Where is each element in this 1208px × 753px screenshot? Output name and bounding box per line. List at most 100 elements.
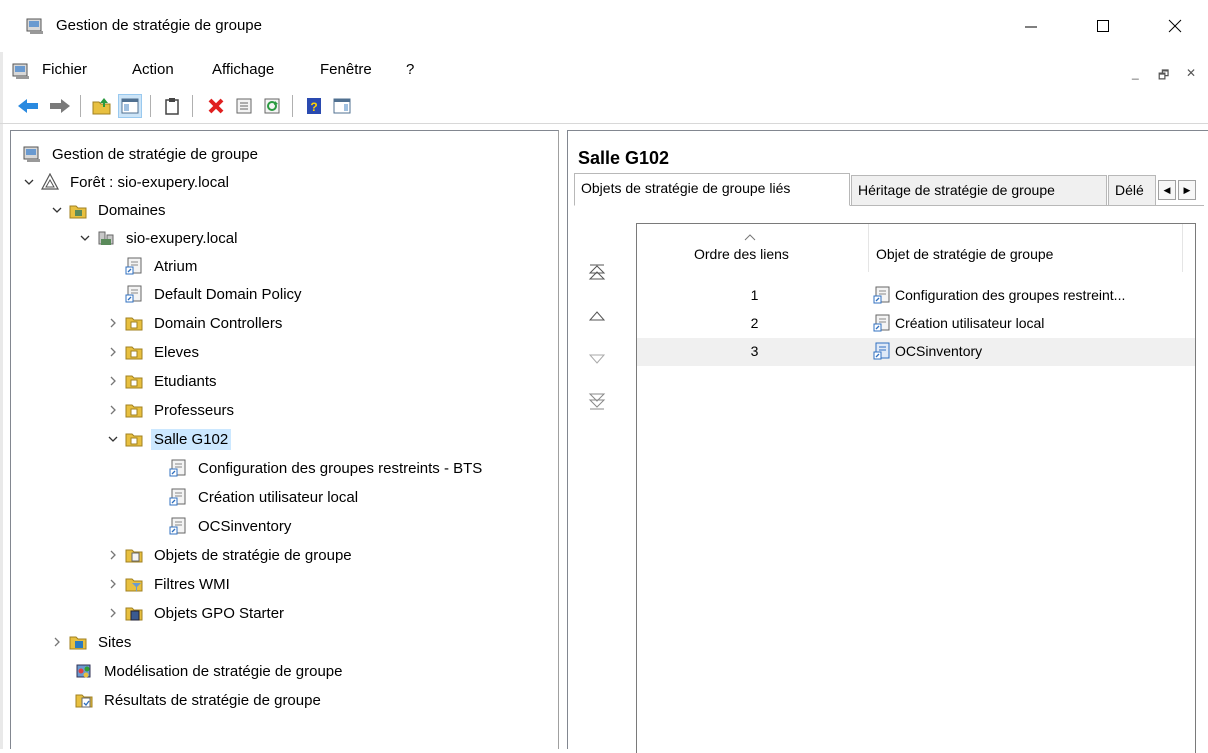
- modeling-icon: [75, 662, 93, 680]
- details-title: Salle G102: [578, 148, 670, 168]
- tab-scroll-right-icon[interactable]: ▶: [1178, 180, 1196, 200]
- linked-gpos-table: Ordre des liens Objet de stratégie de gr…: [636, 223, 1196, 753]
- domain-icon: [97, 229, 115, 247]
- tree-item-label: Domain Controllers: [154, 314, 283, 332]
- link-order-cell: 3: [750, 343, 759, 359]
- chevron-right-icon[interactable]: [49, 634, 65, 650]
- column-divider[interactable]: [1182, 224, 1183, 272]
- back-arrow-icon[interactable]: [16, 94, 40, 118]
- move-to-top-icon[interactable]: [584, 260, 610, 286]
- table-header: Ordre des liens Objet de stratégie de gr…: [637, 224, 1195, 274]
- chevron-down-icon[interactable]: [49, 202, 65, 218]
- chevron-down-icon[interactable]: [105, 431, 121, 447]
- tree-item-gpo-link-creation-utilisateur[interactable]: Création utilisateur local: [169, 484, 361, 510]
- maximize-button[interactable]: [1078, 4, 1128, 48]
- gpmc-app-icon: [26, 17, 44, 39]
- minimize-button[interactable]: [1006, 4, 1056, 48]
- mdi-minimize-button[interactable]: _: [1132, 66, 1139, 80]
- forest-icon: [41, 173, 59, 191]
- menu-affichage[interactable]: Affichage: [212, 61, 274, 78]
- action-pane-icon[interactable]: [330, 94, 354, 118]
- move-up-icon[interactable]: [584, 303, 610, 329]
- tree-item-gpo-container[interactable]: Objets de stratégie de groupe: [105, 542, 355, 568]
- tab-gpo-inheritance[interactable]: Héritage de stratégie de groupe: [851, 175, 1107, 206]
- chevron-right-icon[interactable]: [105, 344, 121, 360]
- tree-item-label: Domaines: [98, 201, 166, 219]
- tree-item-label: Etudiants: [154, 372, 217, 390]
- chevron-right-icon[interactable]: [105, 547, 121, 563]
- toolbar-separator: [192, 95, 193, 117]
- tree-item-wmi-filters[interactable]: Filtres WMI: [105, 571, 233, 597]
- show-hide-tree-icon[interactable]: [118, 94, 142, 118]
- table-row[interactable]: 3 OCSinventory: [637, 338, 1195, 366]
- chevron-right-icon[interactable]: [105, 576, 121, 592]
- tree-item-label: Sites: [98, 633, 132, 651]
- toolbar: ?: [0, 88, 1208, 124]
- tree-item-domains[interactable]: Domaines: [49, 197, 169, 223]
- mdi-restore-button[interactable]: 🗗: [1158, 66, 1169, 87]
- gpo-name-cell: Création utilisateur local: [873, 314, 1191, 332]
- chevron-down-icon[interactable]: [21, 174, 37, 190]
- title-bar: Gestion de stratégie de groupe: [0, 0, 1208, 52]
- chevron-down-icon[interactable]: [77, 230, 93, 246]
- forward-arrow-icon[interactable]: [48, 94, 72, 118]
- tree-item-gpo-link-default-domain-policy[interactable]: Default Domain Policy: [125, 281, 305, 307]
- window-title: Gestion de stratégie de groupe: [56, 17, 262, 34]
- tree-item-ou-domain-controllers[interactable]: Domain Controllers: [105, 310, 285, 336]
- gpo-link-icon: [125, 257, 143, 275]
- move-to-bottom-icon[interactable]: [584, 388, 610, 414]
- gpo-link-icon: [873, 342, 891, 360]
- tree-item-ou-professeurs[interactable]: Professeurs: [105, 397, 237, 423]
- tree-item-ou-salle-g102[interactable]: Salle G102: [105, 426, 232, 452]
- tree-item-domain[interactable]: sio-exupery.local: [77, 225, 240, 251]
- tab-linked-gpos[interactable]: Objets de stratégie de groupe liés: [574, 173, 850, 206]
- close-button[interactable]: [1150, 4, 1200, 48]
- tab-scroll-left-icon[interactable]: ◀: [1158, 180, 1176, 200]
- document-system-menu-icon[interactable]: [12, 62, 30, 84]
- ou-folder-icon: [125, 372, 143, 390]
- tree-item-gpo-link-atrium[interactable]: Atrium: [125, 253, 200, 279]
- menu-fenetre[interactable]: Fenêtre: [320, 61, 372, 78]
- linked-gpos-panel: Ordre des liens Objet de stratégie de gr…: [574, 205, 1204, 753]
- chevron-right-icon[interactable]: [105, 373, 121, 389]
- clipboard-icon[interactable]: [160, 94, 184, 118]
- sites-icon: [69, 633, 87, 651]
- help-icon[interactable]: ?: [302, 94, 326, 118]
- table-row[interactable]: 1 Configuration des groupes restreint...: [637, 282, 1195, 310]
- ou-folder-icon: [125, 430, 143, 448]
- column-header-gpo[interactable]: Objet de stratégie de groupe: [876, 246, 1053, 262]
- tree-item-modeling[interactable]: Modélisation de stratégie de groupe: [75, 658, 346, 684]
- tree-item-results[interactable]: Résultats de stratégie de groupe: [75, 687, 324, 713]
- tree-item-starter-gpos[interactable]: Objets GPO Starter: [105, 600, 287, 626]
- move-down-icon[interactable]: [584, 346, 610, 372]
- gpo-name-cell: OCSinventory: [873, 342, 1191, 360]
- tree-item-ou-eleves[interactable]: Eleves: [105, 339, 202, 365]
- column-divider[interactable]: [868, 224, 869, 272]
- column-header-link-order[interactable]: Ordre des liens: [694, 246, 789, 262]
- table-row[interactable]: 2 Création utilisateur local: [637, 310, 1195, 338]
- tree-item-sites[interactable]: Sites: [49, 629, 134, 655]
- tree-item-gpo-link-config-groupes[interactable]: Configuration des groupes restreints - B…: [169, 455, 485, 481]
- tree-item-gpmc-root[interactable]: Gestion de stratégie de groupe: [23, 141, 261, 167]
- tree-item-forest[interactable]: Forêt : sio-exupery.local: [21, 169, 232, 195]
- menu-fichier[interactable]: Fichier: [42, 61, 87, 78]
- properties-icon[interactable]: [232, 94, 256, 118]
- refresh-icon[interactable]: [260, 94, 284, 118]
- svg-text:?: ?: [310, 100, 317, 114]
- chevron-right-icon[interactable]: [105, 402, 121, 418]
- tree-item-label: OCSinventory: [198, 517, 292, 535]
- tree-item-gpo-link-ocsinventory[interactable]: OCSinventory: [169, 513, 294, 539]
- menu-bar: Fichier Action Affichage Fenêtre ? _ 🗗 ✕: [0, 56, 1208, 86]
- tree-item-ou-etudiants[interactable]: Etudiants: [105, 368, 220, 394]
- console-tree: Gestion de stratégie de groupe Forêt : s…: [10, 130, 559, 749]
- mdi-close-button[interactable]: ✕: [1186, 66, 1196, 80]
- menu-help[interactable]: ?: [406, 61, 414, 78]
- chevron-right-icon[interactable]: [105, 315, 121, 331]
- delete-icon[interactable]: [204, 94, 228, 118]
- up-folder-icon[interactable]: [90, 94, 114, 118]
- tab-delegation[interactable]: Délé: [1108, 175, 1156, 206]
- tree-item-label: Modélisation de stratégie de groupe: [104, 662, 343, 680]
- chevron-right-icon[interactable]: [105, 605, 121, 621]
- menu-action[interactable]: Action: [132, 61, 174, 78]
- gpo-name: Création utilisateur local: [895, 315, 1045, 331]
